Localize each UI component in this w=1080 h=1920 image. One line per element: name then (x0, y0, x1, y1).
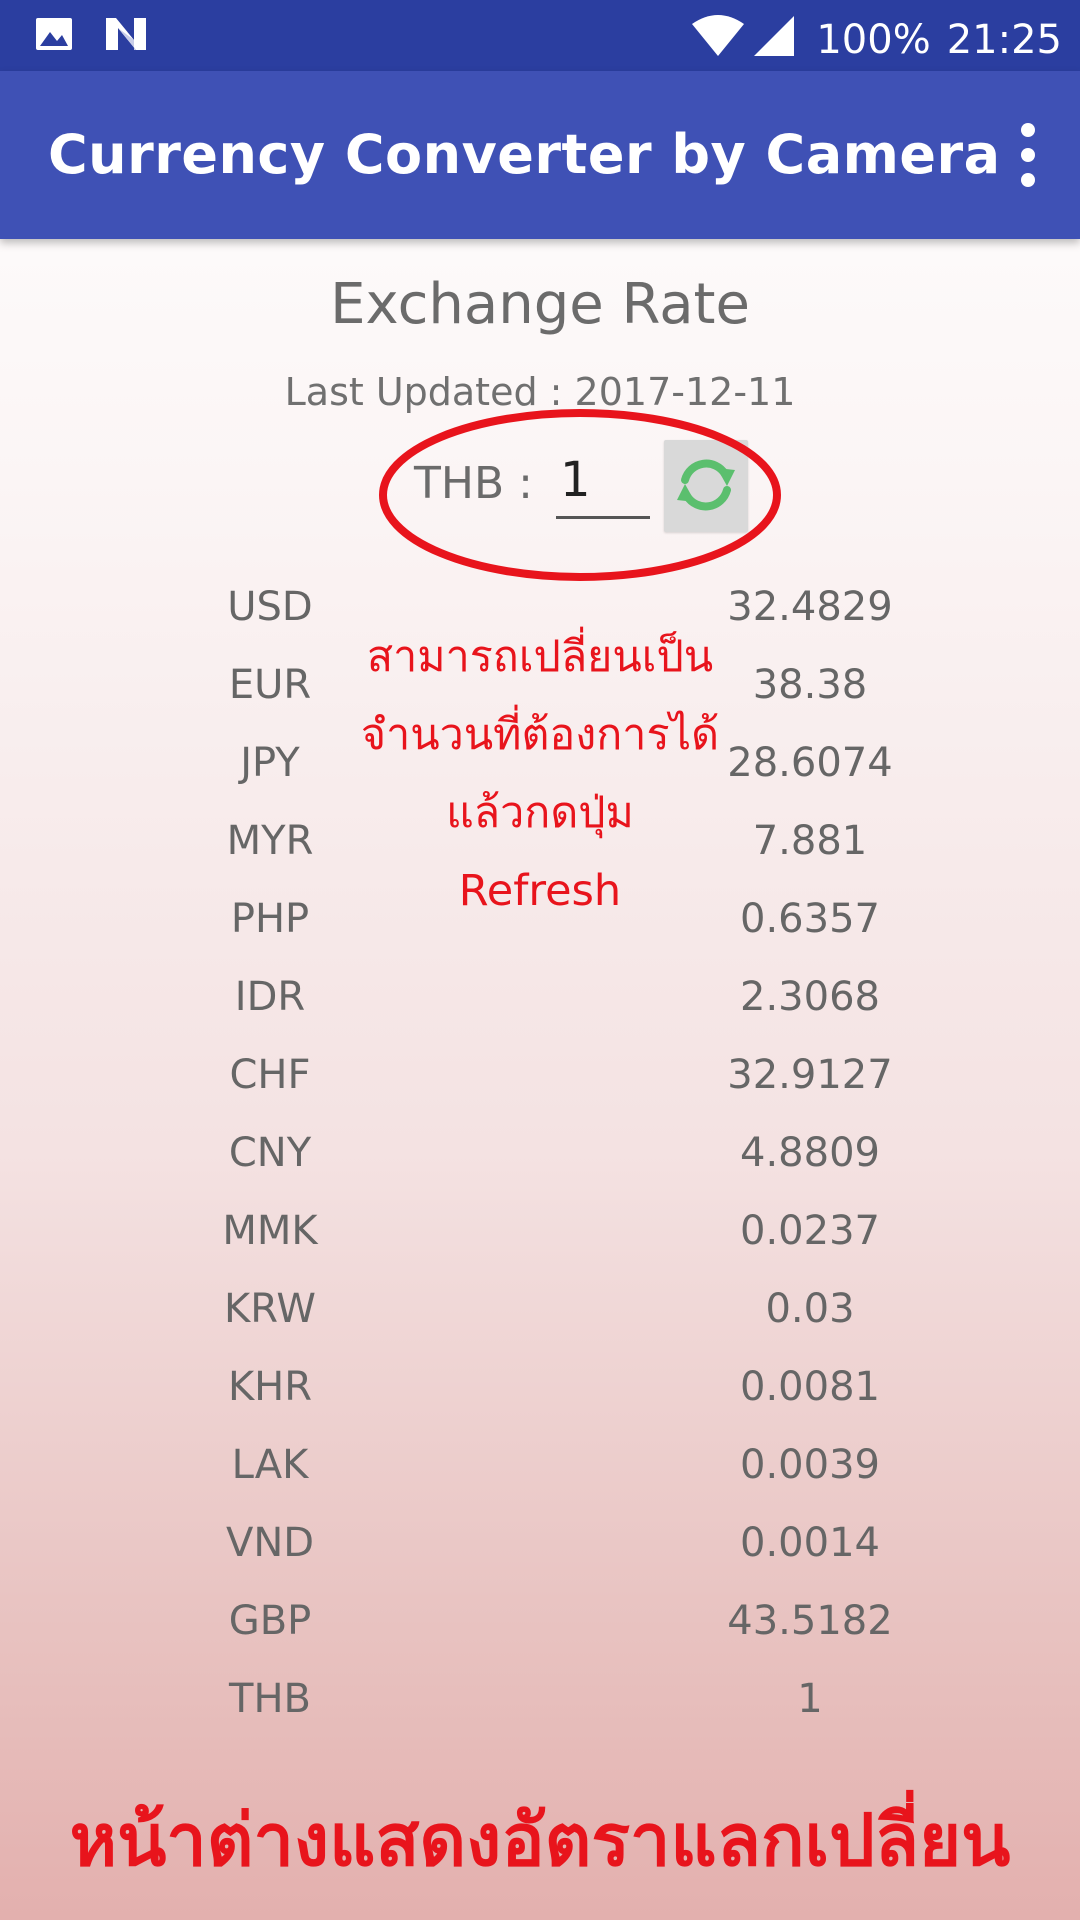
rate-row: LAK 0.0039 (0, 1426, 1080, 1504)
rate-value: 43.5182 (727, 1598, 893, 1644)
currency-code: KHR (227, 1364, 313, 1410)
currency-code: CNY (228, 1130, 312, 1176)
page-title: Exchange Rate (330, 272, 750, 337)
rate-value: 0.0014 (740, 1520, 880, 1566)
currency-code: VND (225, 1520, 315, 1566)
currency-code: CHF (229, 1052, 311, 1098)
last-updated-text: Last Updated : 2017-12-11 (284, 370, 796, 414)
annotation-note: สามารถเปลี่ยนเป็นจำนวนที่ต้องการได้แล้วก… (340, 618, 740, 930)
amount-row: THB : (0, 440, 1080, 550)
rate-value: 0.0039 (740, 1442, 880, 1488)
n-logo-icon (104, 14, 148, 59)
currency-code: IDR (234, 974, 306, 1020)
rate-row: GBP 43.5182 (0, 1582, 1080, 1660)
currency-code: LAK (231, 1442, 309, 1488)
annotation-line: จำนวนที่ต้องการได้ (360, 710, 720, 760)
rate-row: MMK 0.0237 (0, 1192, 1080, 1270)
rate-row: IDR 2.3068 (0, 958, 1080, 1036)
status-bar: 100% 21:25 (0, 0, 1080, 71)
status-right: 100% 21:25 (690, 12, 1062, 68)
annotation-line: แล้วกดปุ่ม (446, 788, 634, 838)
image-icon (34, 14, 74, 59)
rate-value: 4.8809 (740, 1130, 880, 1176)
annotation-line: Refresh (458, 866, 622, 916)
rate-row: KHR 0.0081 (0, 1348, 1080, 1426)
app-bar: Currency Converter by Camera (0, 71, 1080, 239)
base-currency-label: THB : (414, 458, 533, 509)
signal-icon (752, 12, 796, 68)
annotation-line: สามารถเปลี่ยนเป็น (366, 632, 714, 682)
refresh-button[interactable] (664, 440, 748, 532)
rate-row: CNY 4.8809 (0, 1114, 1080, 1192)
status-time: 21:25 (946, 17, 1062, 63)
currency-code: THB (229, 1676, 311, 1722)
rate-row: KRW 0.03 (0, 1270, 1080, 1348)
refresh-icon (671, 450, 741, 523)
currency-code: KRW (224, 1286, 316, 1332)
rate-row: THB 1 (0, 1660, 1080, 1738)
currency-code: MMK (222, 1208, 318, 1254)
rate-row: CHF 32.9127 (0, 1036, 1080, 1114)
wifi-icon (690, 12, 746, 68)
currency-code: GBP (228, 1598, 312, 1644)
caption: หน้าต่างแสดงอัตราแลกเปลี่ยน (69, 1798, 1011, 1882)
app-title: Currency Converter by Camera (48, 123, 1001, 186)
rate-value: 2.3068 (740, 974, 880, 1020)
rate-row: VND 0.0014 (0, 1504, 1080, 1582)
more-vert-icon[interactable] (1006, 123, 1050, 187)
amount-input[interactable] (556, 444, 650, 519)
rate-value: 0.03 (765, 1286, 855, 1332)
battery-percent: 100% (816, 17, 931, 63)
rate-value: 0.0237 (740, 1208, 880, 1254)
rate-value: 1 (797, 1676, 823, 1722)
rate-value: 0.0081 (740, 1364, 880, 1410)
rate-value: 32.9127 (727, 1052, 893, 1098)
